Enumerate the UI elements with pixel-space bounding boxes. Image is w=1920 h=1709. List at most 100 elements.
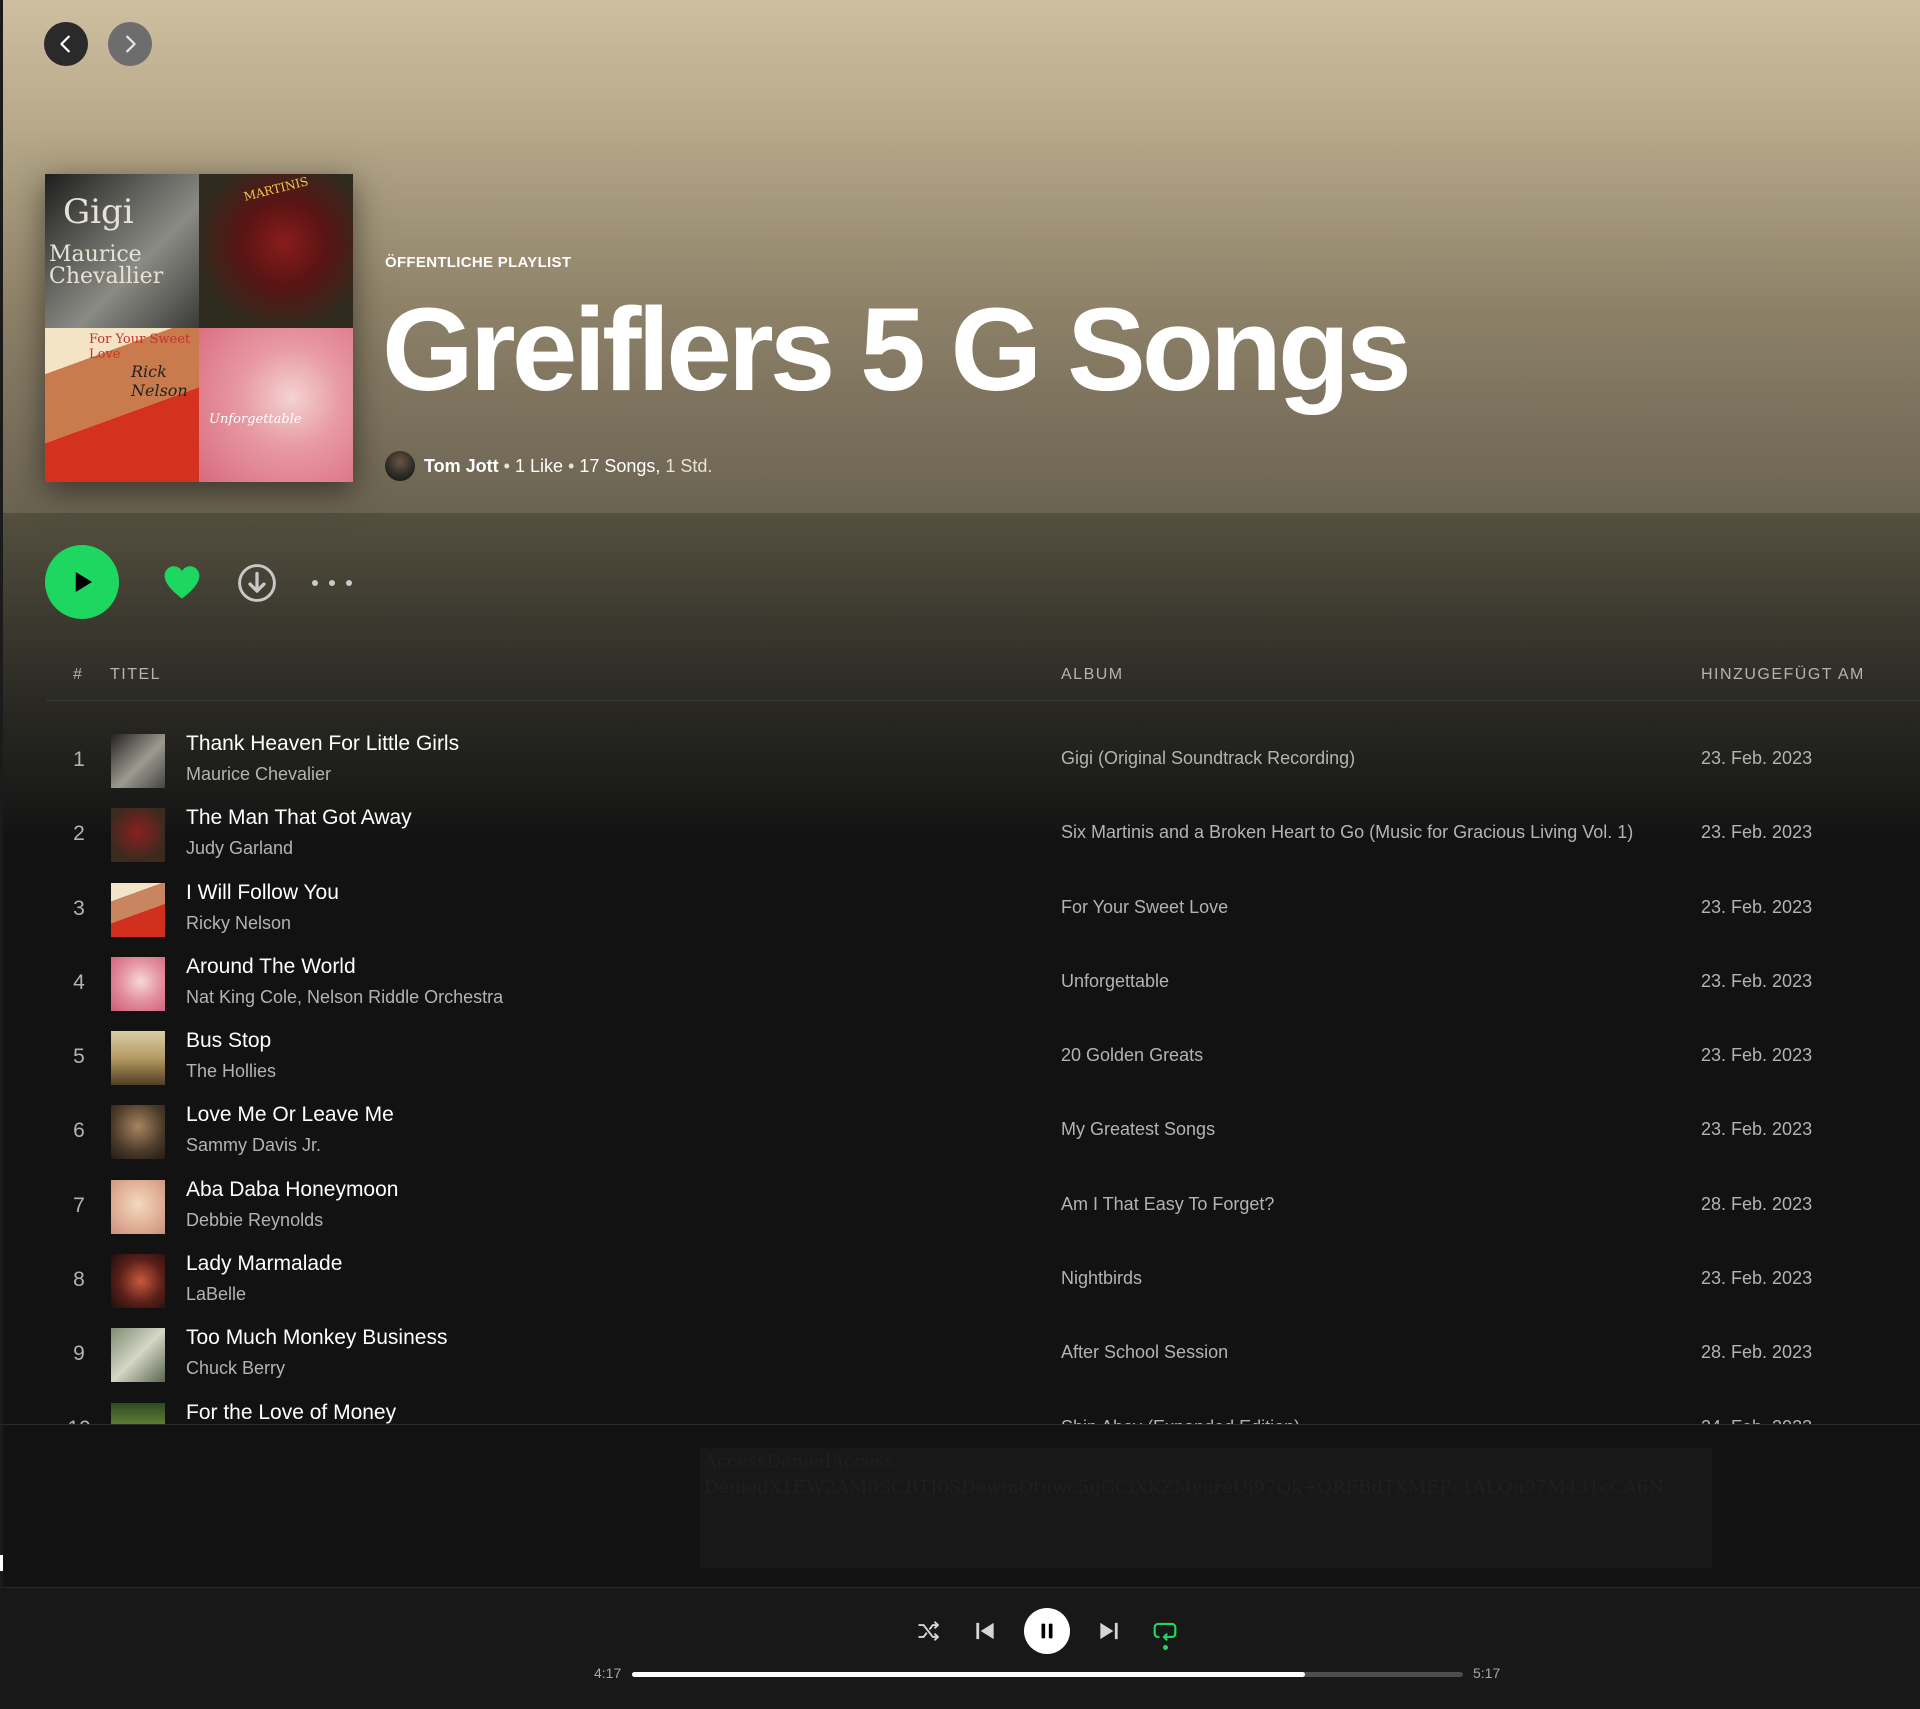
track-artist[interactable]: Nat King Cole, Nelson Riddle Orchestra (186, 987, 503, 1008)
track-number: 5 (73, 1045, 85, 1069)
track-row[interactable]: 6 Love Me Or Leave Me Sammy Davis Jr. My Gr… (0, 1091, 1920, 1165)
track-title[interactable]: I Will Follow You (186, 881, 339, 905)
track-album[interactable]: 20 Golden Greats (1061, 1045, 1203, 1066)
track-title[interactable]: Too Much Monkey Business (186, 1326, 447, 1350)
track-number: 2 (73, 822, 85, 846)
cover-martinis-title: MARTINIS (242, 174, 310, 204)
track-added-date: 28. Feb. 2023 (1701, 1342, 1813, 1363)
ad-error-box: AccessDeniedAccess DeniedX1EW2AM0SCBTJ0S… (700, 1448, 1712, 1568)
like-button[interactable] (160, 560, 204, 604)
player-bar (0, 1587, 1920, 1709)
track-added-date: 28. Feb. 2023 (1701, 1193, 1813, 1214)
track-title[interactable]: Around The World (186, 955, 356, 979)
cover-gigi-subtitle: Maurice Chevallier (49, 242, 164, 289)
track-cover-art (111, 1402, 165, 1424)
track-row[interactable]: 2 The Man That Got Away Judy Garland Six Ma… (0, 794, 1920, 868)
content-divider (0, 1424, 1920, 1425)
track-title[interactable]: For the Love of Money (186, 1401, 396, 1424)
download-icon (238, 564, 276, 602)
previous-button[interactable] (968, 1614, 1002, 1648)
track-row[interactable]: 1 Thank Heaven For Little Girls Maurice Ch… (0, 720, 1920, 794)
pause-icon (1041, 1623, 1053, 1639)
track-title[interactable]: Bus Stop (186, 1029, 271, 1053)
track-artist[interactable]: Judy Garland (186, 838, 293, 859)
progress-bar[interactable] (632, 1672, 1463, 1677)
playlist-cover: Gigi Maurice Chevallier MARTINIS For You… (45, 174, 353, 482)
track-album[interactable]: Unforgettable (1061, 971, 1169, 992)
play-button[interactable] (45, 545, 119, 619)
track-row[interactable]: 5 Bus Stop The Hollies 20 Golden Greats 23. … (0, 1017, 1920, 1091)
track-row[interactable]: 9 Too Much Monkey Business Chuck Berry Afte… (0, 1314, 1920, 1388)
column-header-number: # (73, 666, 84, 683)
track-row[interactable]: 10 For the Love of Money Ship Ahoy (Expand… (0, 1389, 1920, 1424)
track-album[interactable]: Nightbirds (1061, 1268, 1142, 1289)
back-button[interactable] (44, 22, 88, 66)
more-options-icon (329, 580, 335, 586)
playlist-title: Greiflers 5 G Songs (382, 284, 1412, 416)
meta-separator: • (563, 455, 580, 476)
track-album[interactable]: My Greatest Songs (1061, 1119, 1215, 1140)
track-number: 1 (73, 748, 85, 771)
shuffle-button[interactable] (914, 1616, 944, 1646)
track-album[interactable]: Am I That Easy To Forget? (1061, 1194, 1274, 1215)
track-album[interactable]: After School Session (1061, 1342, 1228, 1363)
track-album[interactable]: For Your Sweet Love (1061, 897, 1228, 918)
next-button[interactable] (1092, 1614, 1126, 1648)
skip-forward-icon (1100, 1622, 1118, 1640)
song-count: 17 Songs, (579, 455, 661, 476)
heart-icon (164, 566, 200, 599)
track-artist[interactable]: Sammy Davis Jr. (186, 1135, 321, 1156)
column-header-album[interactable]: ALBUM (1061, 666, 1124, 684)
track-cover-art (111, 1254, 165, 1309)
cover-unforgettable-title: Unforgettable (209, 412, 302, 427)
track-number: 8 (73, 1268, 85, 1292)
download-button[interactable] (235, 561, 279, 605)
table-header-divider (46, 700, 1920, 701)
track-title[interactable]: Thank Heaven For Little Girls (186, 732, 459, 756)
track-artist[interactable]: The Hollies (186, 1061, 276, 1082)
track-album[interactable]: Ship Ahoy (Expanded Edition) (1061, 1417, 1300, 1424)
cover-tile-sweet-love: For Your Sweet Love Rick Nelson (45, 328, 199, 482)
track-number: 6 (73, 1119, 85, 1143)
track-artist[interactable]: Debbie Reynolds (186, 1210, 323, 1231)
track-cover-art (111, 956, 165, 1011)
more-options-icon (346, 580, 352, 586)
track-added-date: 24. Feb. 2023 (1701, 1417, 1812, 1424)
meta-separator: • (498, 455, 515, 476)
track-title[interactable]: Love Me Or Leave Me (186, 1103, 394, 1127)
track-row[interactable]: 3 I Will Follow You Ricky Nelson For Your S… (0, 869, 1920, 943)
cover-tile-unforgettable: Unforgettable (199, 328, 353, 482)
more-options-button[interactable] (312, 566, 352, 600)
repeat-button[interactable] (1148, 1614, 1182, 1654)
cover-sweet-love-title: For Your Sweet Love (89, 332, 191, 362)
track-artist[interactable]: Ricky Nelson (186, 913, 291, 934)
track-added-date: 23. Feb. 2023 (1701, 1268, 1813, 1289)
track-album[interactable]: Six Martinis and a Broken Heart to Go (M… (1061, 822, 1633, 843)
cover-tile-gigi: Gigi Maurice Chevallier (45, 174, 199, 328)
track-artist[interactable]: Maurice Chevalier (186, 764, 331, 785)
forward-button[interactable] (108, 22, 152, 66)
owner-name[interactable]: Tom Jott (424, 456, 499, 477)
ad-error-line-2: DeniedX1EW2AM0SCBTJ0SDewmOtuwc5qGCiXKZMy… (704, 1477, 1664, 1498)
track-row[interactable]: 4 Around The World Nat King Cole, Nelson R… (0, 943, 1920, 1017)
track-title[interactable]: Lady Marmalade (186, 1252, 342, 1276)
column-header-added[interactable]: HINZUGEFÜGT AM (1701, 666, 1865, 684)
track-artist[interactable]: Chuck Berry (186, 1358, 285, 1379)
pause-button[interactable] (1024, 1608, 1070, 1654)
cover-tile-martinis: MARTINIS (199, 174, 353, 328)
owner-avatar[interactable] (385, 451, 415, 481)
track-album[interactable]: Gigi (Original Soundtrack Recording) (1061, 748, 1355, 769)
track-row[interactable]: 8 Lady Marmalade LaBelle Nightbirds 23. Feb.… (0, 1240, 1920, 1314)
track-number: 4 (73, 970, 85, 994)
chevron-right-icon (126, 35, 136, 53)
track-title[interactable]: The Man That Got Away (186, 806, 412, 830)
track-number: 10 (62, 1417, 96, 1424)
skip-back-icon (976, 1622, 994, 1640)
track-row[interactable]: 7 Aba Daba Honeymoon Debbie Reynolds Am I T… (0, 1166, 1920, 1240)
track-number: 9 (73, 1342, 85, 1366)
track-title[interactable]: Aba Daba Honeymoon (186, 1178, 398, 1202)
track-artist[interactable]: LaBelle (186, 1284, 246, 1305)
column-header-title[interactable]: TITEL (110, 666, 161, 684)
track-cover-art (111, 1105, 165, 1160)
track-number: 3 (73, 896, 85, 920)
